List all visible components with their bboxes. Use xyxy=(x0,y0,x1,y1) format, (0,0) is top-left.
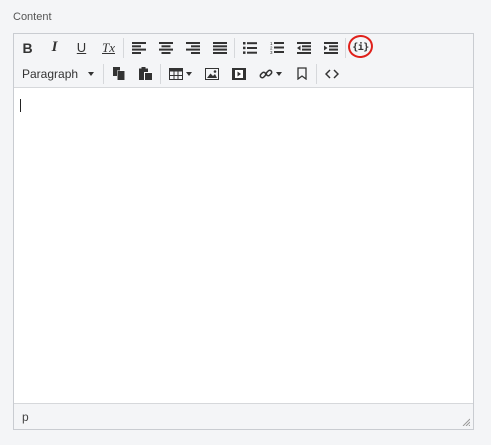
italic-button[interactable]: I xyxy=(41,35,68,60)
image-icon xyxy=(204,67,219,80)
copy-button[interactable] xyxy=(105,61,132,86)
toolbar-separator xyxy=(160,63,161,84)
toolbar-separator xyxy=(123,37,124,58)
indent-icon xyxy=(323,41,338,54)
block-format-select[interactable]: Paragraph xyxy=(14,61,102,86)
align-center-icon xyxy=(158,41,173,54)
outdent-button[interactable] xyxy=(290,35,317,60)
bold-button[interactable]: B xyxy=(14,35,41,60)
toolbar-separator xyxy=(234,37,235,58)
underline-button[interactable]: U xyxy=(68,35,95,60)
align-center-button[interactable] xyxy=(152,35,179,60)
copy-icon xyxy=(112,67,125,80)
align-left-button[interactable] xyxy=(125,35,152,60)
clear-formatting-button[interactable]: Tx xyxy=(95,35,122,60)
source-code-icon xyxy=(324,68,339,79)
link-button[interactable] xyxy=(252,61,288,86)
bold-icon: B xyxy=(22,39,33,56)
field-label: Content xyxy=(13,11,52,23)
media-button[interactable] xyxy=(225,61,252,86)
outdent-icon xyxy=(296,41,311,54)
chevron-down-icon xyxy=(275,71,282,76)
bookmark-icon xyxy=(296,67,307,80)
resize-handle-icon[interactable] xyxy=(462,418,470,426)
paste-button[interactable] xyxy=(132,61,159,86)
block-format-value: Paragraph xyxy=(22,66,79,81)
clear-formatting-icon: Tx xyxy=(102,39,115,55)
toolbar-row-2: Paragraph xyxy=(14,61,345,86)
table-icon xyxy=(168,67,183,80)
align-left-icon xyxy=(131,41,146,54)
media-icon xyxy=(231,67,246,80)
align-justify-button[interactable] xyxy=(206,35,233,60)
align-right-button[interactable] xyxy=(179,35,206,60)
align-justify-icon xyxy=(212,41,227,54)
indent-button[interactable] xyxy=(317,35,344,60)
editor-toolbar: B I U Tx 1 2 3 {i} Paragraph xyxy=(14,33,473,88)
editor-content-area[interactable] xyxy=(14,88,473,403)
chevron-down-icon xyxy=(185,71,192,76)
template-variable-button[interactable]: {i} xyxy=(346,33,375,60)
numbered-list-button[interactable]: 123 xyxy=(263,35,290,60)
align-right-icon xyxy=(185,41,200,54)
italic-icon: I xyxy=(51,39,58,55)
chevron-down-icon xyxy=(88,71,94,76)
toolbar-separator xyxy=(103,63,104,84)
paste-icon xyxy=(139,67,152,80)
bookmark-button[interactable] xyxy=(288,61,315,86)
source-code-button[interactable] xyxy=(318,61,345,86)
image-button[interactable] xyxy=(198,61,225,86)
link-icon xyxy=(259,69,272,78)
bullet-list-icon xyxy=(242,41,257,54)
annotation-circle xyxy=(346,33,375,60)
bullet-list-button[interactable] xyxy=(236,35,263,60)
toolbar-separator xyxy=(316,63,317,84)
underline-icon: U xyxy=(76,40,87,55)
table-button[interactable] xyxy=(162,61,198,86)
text-cursor xyxy=(20,99,21,112)
element-path[interactable]: p xyxy=(22,410,29,424)
svg-text:3: 3 xyxy=(270,50,273,54)
toolbar-row-1: B I U Tx 1 2 3 {i} xyxy=(14,33,375,60)
editor-statusbar: p xyxy=(14,403,473,429)
numbered-list-icon: 123 xyxy=(270,41,284,54)
toolbar-separator xyxy=(345,37,346,58)
rich-text-editor: B I U Tx 1 2 3 {i} Paragraph p xyxy=(13,33,474,430)
